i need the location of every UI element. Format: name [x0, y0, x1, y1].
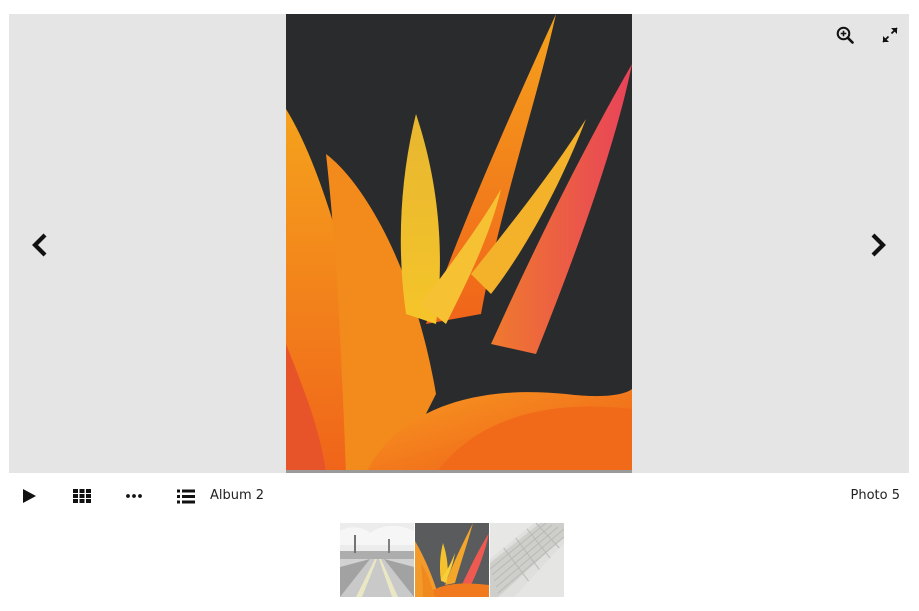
grid-view-button[interactable]: [70, 484, 94, 508]
grid-icon: [73, 489, 91, 503]
expand-icon: [882, 27, 898, 43]
thumbnail-strip: [340, 523, 564, 597]
photo-stage: [9, 14, 909, 473]
main-photo[interactable]: [286, 14, 632, 473]
thumbnail-roof[interactable]: [490, 523, 564, 597]
next-photo-button[interactable]: [865, 230, 891, 260]
play-icon: [23, 489, 36, 503]
roof-thumbnail-image: [490, 523, 564, 597]
viewer-toolbar: Album 2 Photo 5: [9, 476, 909, 516]
flower-thumbnail-image: [415, 523, 489, 597]
play-slideshow-button[interactable]: [17, 484, 41, 508]
thumbnail-flower[interactable]: [415, 523, 489, 597]
thumbnail-road[interactable]: [340, 523, 414, 597]
slideshow-progress: [286, 470, 632, 473]
list-icon: [177, 489, 195, 503]
photo-counter: Photo 5: [850, 488, 901, 503]
album-list-button[interactable]: [174, 484, 198, 508]
chevron-left-icon: [32, 233, 47, 257]
fullscreen-button[interactable]: [879, 24, 901, 46]
chevron-right-icon: [871, 233, 886, 257]
ellipsis-icon: [126, 494, 142, 498]
flower-image: [286, 14, 632, 473]
zoom-in-icon: [836, 26, 854, 44]
previous-photo-button[interactable]: [27, 230, 53, 260]
more-options-button[interactable]: [122, 484, 146, 508]
album-title: Album 2: [210, 488, 265, 503]
road-thumbnail-image: [340, 523, 414, 597]
zoom-in-button[interactable]: [834, 24, 856, 46]
